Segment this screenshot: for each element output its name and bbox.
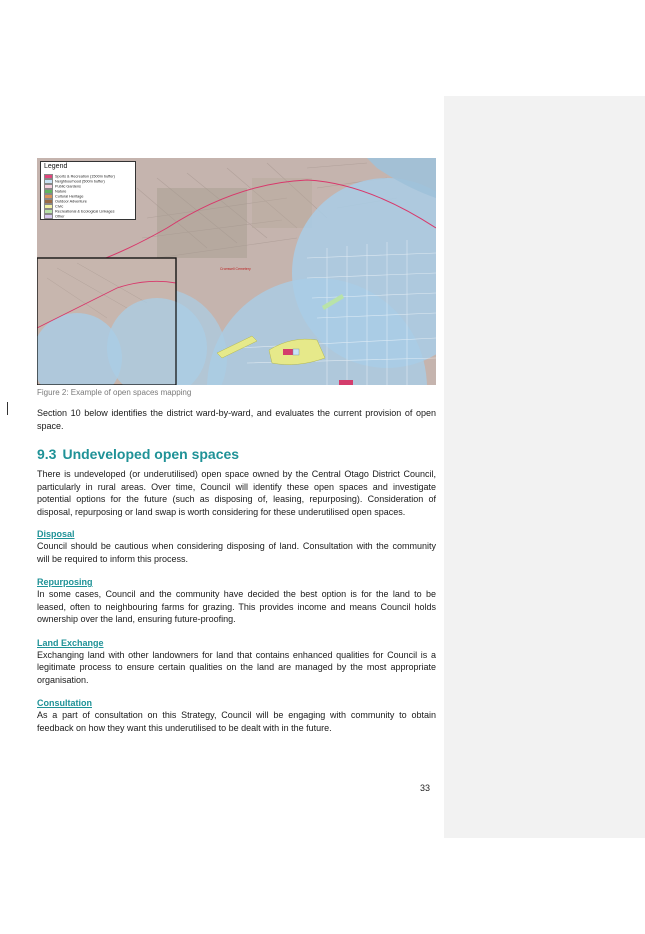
map-place-label: Cromwell Cemetery xyxy=(220,267,251,271)
legend-label: Outdoor Adventure xyxy=(55,199,87,204)
land-exchange-paragraph: Exchanging land with other landowners fo… xyxy=(37,649,436,685)
map-orchard-1 xyxy=(157,188,247,258)
legend-label: Public Gardens xyxy=(55,184,81,189)
section-intro-paragraph: There is undeveloped (or underutilised) … xyxy=(37,469,436,517)
section-heading: 9.3 Undeveloped open spaces xyxy=(37,446,436,462)
legend-item: Other xyxy=(44,214,65,219)
subheading-repurposing: Repurposing xyxy=(37,577,93,587)
legend-label: Other xyxy=(55,214,65,219)
map-orchard-2 xyxy=(252,178,312,228)
open-spaces-map: Legend Sports & Recreation (1500m buffer… xyxy=(37,158,436,385)
repurposing-paragraph: In some cases, Council and the community… xyxy=(37,589,436,624)
disposal-paragraph: Council should be cautious when consider… xyxy=(37,541,436,564)
legend-label: Neighbourhood (500m buffer) xyxy=(55,179,105,184)
legend-label: Nature xyxy=(55,189,67,194)
map-sports-site-2 xyxy=(339,380,353,385)
section-number: 9.3 xyxy=(37,446,57,462)
map-neighbourhood-site xyxy=(292,348,300,356)
legend-title: Legend xyxy=(44,163,68,170)
legend-swatch xyxy=(44,214,53,219)
legend-label: Sports & Recreation (1500m buffer) xyxy=(55,174,115,179)
subheading-land-exchange: Land Exchange xyxy=(37,637,104,648)
figure-caption: Figure 2: Example of open spaces mapping xyxy=(37,388,192,397)
consultation-paragraph: As a part of consultation on this Strate… xyxy=(37,710,436,733)
change-bar xyxy=(7,402,8,415)
subheading-disposal: Disposal xyxy=(37,529,75,539)
map-sports-site xyxy=(283,349,293,355)
page-content: Legend Sports & Recreation (1500m buffer… xyxy=(37,158,436,734)
subheading-consultation: Consultation xyxy=(37,698,92,708)
section-title: Undeveloped open spaces xyxy=(62,446,240,462)
legend-label: Recreational & Ecological Linkages xyxy=(55,209,115,214)
page-number: 33 xyxy=(420,783,431,793)
comment-pane xyxy=(444,96,645,838)
legend-label: Cultural Heritage xyxy=(55,194,84,199)
document-page: Legend Sports & Recreation (1500m buffer… xyxy=(0,0,645,934)
legend-label: Civic xyxy=(55,204,64,209)
intro-paragraph: Section 10 below identifies the district… xyxy=(37,408,436,431)
map-legend: Legend Sports & Recreation (1500m buffer… xyxy=(40,161,136,220)
